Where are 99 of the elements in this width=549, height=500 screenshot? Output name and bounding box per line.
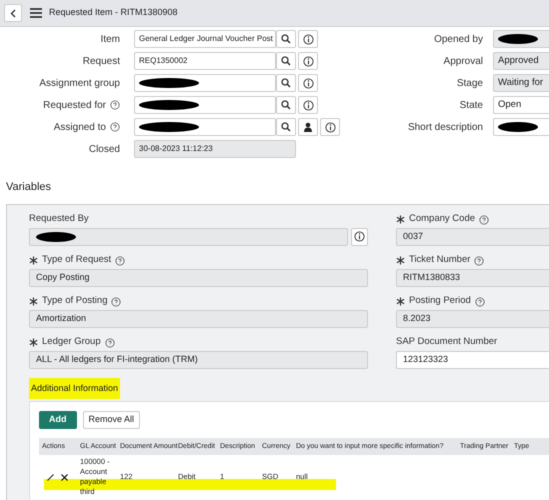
search-button[interactable] — [276, 96, 296, 114]
info-icon — [302, 34, 314, 44]
input-field[interactable] — [134, 118, 276, 136]
field-value: Copy Posting — [36, 270, 90, 284]
redaction-mark — [498, 122, 538, 132]
input-field[interactable] — [29, 228, 348, 246]
redaction-mark — [36, 232, 76, 242]
back-button[interactable] — [4, 4, 22, 22]
field-label: Type of Posting — [42, 294, 108, 308]
field-label: Opened by — [433, 32, 483, 46]
field-label: Item — [100, 32, 120, 46]
field-value: Approved — [498, 54, 539, 68]
search-icon — [281, 122, 291, 132]
info-button[interactable] — [298, 96, 318, 114]
input-field[interactable]: ALL - All ledgers for FI-integration (TRM) — [29, 350, 368, 368]
field-value: RITM1380833 — [403, 270, 460, 284]
help-icon[interactable] — [115, 256, 126, 266]
search-icon — [281, 56, 291, 66]
input-field[interactable] — [493, 30, 549, 48]
person-button[interactable] — [298, 118, 318, 136]
input-field[interactable]: 123123323 — [396, 350, 549, 368]
field-value: Open — [498, 98, 522, 112]
field-label: State — [458, 98, 483, 112]
redaction-mark — [139, 78, 199, 88]
search-button[interactable] — [276, 74, 296, 92]
input-field[interactable]: Amortization — [29, 310, 368, 328]
search-button[interactable] — [276, 30, 296, 48]
field-label: Requested for — [43, 98, 106, 112]
field-value: General Ledger Journal Voucher Post — [139, 33, 273, 45]
field-label: Type of Request — [42, 253, 112, 268]
info-button[interactable] — [351, 228, 368, 246]
redaction-mark — [139, 100, 199, 110]
help-icon[interactable] — [474, 256, 484, 266]
redaction-mark — [498, 34, 538, 44]
field-label: Stage — [456, 76, 483, 90]
search-icon — [281, 34, 291, 44]
person-icon — [303, 122, 313, 132]
input-field[interactable]: 30-08-2023 11:12:23 — [134, 140, 296, 158]
field-value: 123123323 — [403, 352, 448, 366]
input-field[interactable]: 8.2023 — [396, 310, 549, 328]
field-label: Approval — [442, 54, 483, 68]
input-field[interactable]: Copy Posting — [29, 268, 368, 286]
input-field[interactable]: RITM1380833 — [396, 268, 549, 286]
field-label: Ticket Number — [409, 253, 470, 268]
help-icon[interactable] — [110, 122, 120, 132]
help-icon[interactable] — [111, 296, 122, 306]
info-icon — [324, 122, 336, 132]
redaction-mark — [139, 122, 199, 132]
input-field[interactable]: Waiting for — [493, 74, 549, 92]
field-label: Short description — [406, 120, 483, 134]
field-label: Assignment group — [39, 76, 120, 90]
input-field[interactable]: Approved — [493, 52, 549, 70]
field-value: Amortization — [36, 312, 86, 325]
field-value: REQ1350002 — [139, 55, 188, 67]
info-icon — [302, 100, 314, 110]
input-field[interactable]: 0037 — [396, 228, 549, 246]
section-title: Variables — [6, 180, 52, 195]
menu-icon[interactable] — [30, 8, 42, 18]
info-button[interactable] — [320, 118, 340, 136]
field-label: Closed — [88, 142, 120, 156]
input-field[interactable]: General Ledger Journal Voucher Post — [134, 30, 276, 48]
help-icon[interactable] — [104, 338, 115, 348]
field-label: Posting Period — [409, 294, 471, 308]
field-label: Assigned to — [54, 120, 106, 134]
info-button[interactable] — [298, 52, 318, 70]
info-button[interactable] — [298, 30, 318, 48]
field-value: 30-08-2023 11:12:23 — [139, 143, 213, 155]
info-icon — [302, 78, 314, 88]
info-button[interactable] — [298, 74, 318, 92]
input-field[interactable] — [134, 74, 276, 92]
search-icon — [281, 78, 291, 88]
search-button[interactable] — [276, 118, 296, 136]
input-field[interactable]: Open — [493, 96, 549, 114]
field-value: ALL - All ledgers for FI-integration (TRM) — [36, 352, 198, 366]
subsection-title: Additional Information — [29, 378, 120, 399]
page-title: Requested Item - RITM1380908 — [49, 6, 178, 20]
help-icon[interactable] — [479, 214, 490, 224]
field-label: Requested By — [29, 212, 89, 226]
field-label: SAP Document Number — [396, 335, 498, 350]
close-icon[interactable] — [61, 474, 68, 480]
help-icon[interactable] — [110, 100, 120, 110]
input-field[interactable] — [134, 96, 276, 114]
field-value: 0037 — [403, 230, 424, 243]
edit-icon[interactable] — [47, 474, 54, 480]
info-icon — [354, 231, 365, 242]
search-icon — [281, 100, 291, 110]
help-icon[interactable] — [474, 296, 485, 306]
info-icon — [302, 56, 314, 66]
field-value: Waiting for — [498, 76, 544, 90]
input-field[interactable]: REQ1350002 — [134, 52, 276, 70]
field-label: Company Code — [409, 212, 476, 226]
search-button[interactable] — [276, 52, 296, 70]
back-icon — [10, 8, 16, 18]
input-field[interactable] — [493, 118, 549, 136]
field-label: Ledger Group — [42, 335, 101, 350]
field-value: 8.2023 — [403, 312, 431, 325]
field-label: Request — [82, 54, 120, 68]
add-button[interactable]: Add — [39, 411, 76, 429]
remove-all-button[interactable]: Remove All — [82, 411, 140, 429]
